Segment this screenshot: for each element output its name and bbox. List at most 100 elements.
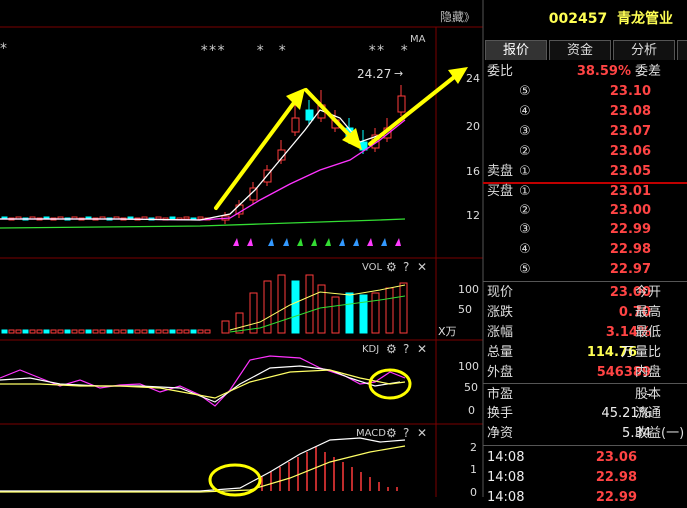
tab-bar: 报价 资金 分析 [483,40,687,60]
volume-bar [197,329,204,334]
help-icon[interactable]: ? [403,426,409,440]
quote-row: 涨幅 3.14% 最低 [487,325,662,340]
high-price-label: 24.27 [357,67,391,81]
tick-row: 14:08 22.99 [487,490,637,505]
tab-analysis[interactable]: 分析 [613,40,675,60]
quote-row: 外盘 546389 内盘 [487,365,662,380]
candlesticks [1,85,406,224]
help-icon[interactable]: ? [403,260,409,274]
tab-quote[interactable]: 报价 [485,40,547,60]
order-ratio-row: 委比 38.59% 委差 [483,62,687,82]
volume-bar [113,329,120,334]
close-icon[interactable]: ✕ [417,260,427,274]
buy-level-3[interactable]: ③ 22.99 [483,220,687,240]
gear-icon[interactable]: ⚙ [386,260,397,274]
close-icon[interactable]: ✕ [417,342,427,356]
volume-bar [36,329,43,334]
volume-bar [8,329,15,334]
kdj-axis-tick: 0 [468,404,475,417]
volume-bar [22,329,29,334]
buy-level-2[interactable]: ② 23.00 [483,201,687,221]
quote-row: 净资 5.34 收益(一) [487,426,685,441]
tab-more[interactable] [677,40,687,60]
macd-histogram [261,447,398,491]
star-marker: * [278,43,286,59]
close-icon[interactable]: ✕ [417,426,427,440]
volume-bar [399,282,408,334]
tick-row: 14:08 22.98 [487,470,637,485]
candle [197,216,204,220]
macd-dea-line [0,445,406,493]
sell-level-1[interactable]: 卖盘 ① 23.05 [483,162,687,182]
quote-panel: 002457 青龙管业 报价 资金 分析 委比 38.59% 委差 ⑤ 23.10… [483,0,687,505]
sell-level-3[interactable]: ③ 23.07 [483,122,687,142]
ma-label: MA [410,34,426,45]
volume-bar [92,329,99,334]
order-ratio-value: 38.59% [576,64,631,79]
volume-bar [43,329,50,334]
quote-row: 涨跌 0.70 最高 [487,305,662,320]
star-marker: * [0,41,7,57]
volume-bar [190,329,197,334]
volume-bar [148,329,155,334]
price-axis-tick: 16 [466,165,480,178]
candle [169,216,176,220]
volume-bar [99,329,106,334]
candle [183,216,190,220]
high-price-arrow: → [394,67,403,80]
kdj-k-line [0,365,401,403]
candle [305,109,314,121]
order-ratio-label: 委比 [487,64,514,79]
volume-bar [134,329,141,334]
candle [291,117,300,133]
volume-bar [85,329,92,334]
hide-panel-arrow[interactable]: 》 [464,11,475,24]
buy-level-5[interactable]: ⑤ 22.97 [483,260,687,280]
gear-icon[interactable]: ⚙ [386,426,397,440]
price-axis-tick: 12 [466,209,480,222]
price-axis-tick: 20 [466,120,480,133]
gear-icon[interactable]: ⚙ [386,342,397,356]
volume-bar [71,329,78,334]
volume-bar [331,296,340,334]
star-marker: * [256,43,264,59]
volume-bar [183,329,190,334]
volume-bar [106,329,113,334]
volume-bar [204,329,211,334]
macd-dif-line [0,437,406,492]
star-marker: ** [368,43,385,59]
volume-bar [57,329,64,334]
volume-bar [385,287,394,334]
section-divider [483,445,687,446]
sell-level-4[interactable]: ④ 23.08 [483,102,687,122]
volume-bar [305,274,314,334]
macd-panel-title: MACD [356,428,386,439]
volume-bar [120,329,127,334]
stock-header: 002457 青龙管业 [483,6,687,30]
hide-panel-label[interactable]: 隐藏 [440,10,464,24]
tab-funds[interactable]: 资金 [549,40,611,60]
volume-bar [78,329,85,334]
vol-axis-tick: 100 [458,283,479,296]
star-marker: * [400,43,408,59]
volume-bar [1,329,8,334]
kdj-axis-tick: 100 [458,360,479,373]
quote-row: 换手 45.21% 流通 [487,406,662,421]
buy-level-4[interactable]: ④ 22.98 [483,240,687,260]
buy-level-1[interactable]: 买盘 ① 23.01 [483,182,687,202]
volume-bar [176,329,183,334]
star-marker: *** [200,43,225,59]
signal-markers [233,238,401,246]
sell-level-2[interactable]: ② 23.06 [483,142,687,162]
stock-title: 002457 青龙管业 [548,11,673,27]
volume-bar [277,274,286,334]
help-icon[interactable]: ? [403,342,409,356]
kdj-axis-tick: 50 [464,381,478,394]
macd-axis-tick: 0 [470,486,477,497]
ma-line-short [0,109,406,221]
macd-axis-tick: 1 [470,463,477,476]
sell-level-5[interactable]: ⑤ 23.10 [483,82,687,102]
volume-bar [221,320,230,334]
quote-row: 市盈 - 股本 [487,387,662,402]
price-axis-tick: 24 [466,72,480,85]
